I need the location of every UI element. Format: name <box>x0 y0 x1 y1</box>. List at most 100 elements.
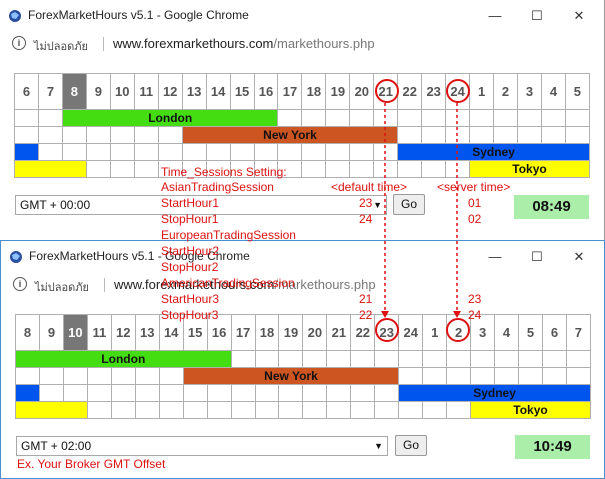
hour-cell-12: 12 <box>157 73 183 110</box>
divider <box>104 278 105 292</box>
hour-row: 8 9 10 11 12 13 14 15 16 17 18 19 20 21 22 23 24 1 2 3 4 5 6 7 <box>15 314 591 351</box>
hour-cell-5: 5 <box>564 73 590 110</box>
info-icon[interactable]: i <box>13 277 27 291</box>
hour-cell-20: 20 <box>302 314 328 351</box>
hour-cell-21: 21 <box>373 73 399 110</box>
url-text[interactable]: www.forexmarkethours.com/markethours.php <box>114 277 376 292</box>
window-title: ForexMarketHours v5.1 - Google Chrome <box>28 8 249 22</box>
tokyo-session-bar: Tokyo <box>470 401 591 419</box>
maximize-icon[interactable]: ☐ <box>522 245 552 269</box>
go-button[interactable]: Go <box>393 194 425 215</box>
gmt-offset-select[interactable]: GMT + 02:00 ▼ <box>16 436 388 456</box>
hour-row: 6 7 8 9 10 11 12 13 14 15 16 17 18 19 20 21 22 23 24 1 2 3 4 5 <box>14 73 590 110</box>
divider <box>103 37 104 51</box>
hour-cell-22: 22 <box>397 73 423 110</box>
tokyo-session-bar: Tokyo <box>469 160 590 178</box>
browser-window-2: ForexMarketHours v5.1 - Google Chrome — … <box>0 240 605 479</box>
hour-cell-19: 19 <box>325 73 351 110</box>
hour-cell-17: 17 <box>230 314 256 351</box>
hour-cell-8: 8 <box>61 73 87 110</box>
london-row: London <box>14 109 590 127</box>
tokyo-session-bar-start <box>15 401 88 419</box>
hour-cell-17: 17 <box>277 73 303 110</box>
hour-cell-9: 9 <box>85 73 111 110</box>
sydney-row: Sydney <box>14 143 590 161</box>
hour-cell-10: 10 <box>62 314 88 351</box>
hour-cell-13: 13 <box>134 314 160 351</box>
app-icon <box>10 251 22 263</box>
hour-cell-1: 1 <box>422 314 448 351</box>
current-time-display: 08:49 <box>514 195 589 219</box>
browser-window-1: ForexMarketHours v5.1 - Google Chrome — … <box>0 0 605 240</box>
hour-cell-18: 18 <box>301 73 327 110</box>
hour-cell-4: 4 <box>540 73 566 110</box>
hour-cell-14: 14 <box>205 73 231 110</box>
hour-cell-5: 5 <box>518 314 543 351</box>
hour-cell-22: 22 <box>350 314 376 351</box>
hour-cell-8: 8 <box>15 314 40 351</box>
app-icon <box>9 10 21 22</box>
gmt-offset-select[interactable]: GMT + 00:00 ▼ <box>15 195 387 215</box>
go-button[interactable]: Go <box>395 435 427 456</box>
hour-cell-1: 1 <box>469 73 495 110</box>
london-session-bar: London <box>15 350 232 368</box>
hour-cell-6: 6 <box>14 73 39 110</box>
newyork-session-bar: New York <box>181 126 399 144</box>
sydney-session-bar-start <box>14 143 39 161</box>
sydney-row: Sydney <box>15 384 591 402</box>
maximize-icon[interactable]: ☐ <box>522 4 552 28</box>
tokyo-row: Tokyo <box>14 160 590 178</box>
dropdown-arrow-icon: ▼ <box>373 200 382 210</box>
minimize-icon[interactable]: — <box>480 4 510 28</box>
hour-cell-11: 11 <box>86 314 112 351</box>
hour-cell-11: 11 <box>133 73 159 110</box>
hour-cell-12: 12 <box>110 314 136 351</box>
hour-cell-7: 7 <box>37 73 63 110</box>
title-bar: ForexMarketHours v5.1 - Google Chrome — … <box>1 241 604 273</box>
hour-cell-7: 7 <box>565 314 591 351</box>
tokyo-row: Tokyo <box>15 401 591 419</box>
hour-cell-14: 14 <box>158 314 184 351</box>
hour-cell-15: 15 <box>182 314 208 351</box>
close-icon[interactable]: ✕ <box>564 245 594 269</box>
hour-cell-9: 9 <box>38 314 64 351</box>
hour-cell-23: 23 <box>421 73 447 110</box>
hour-cell-4: 4 <box>494 314 520 351</box>
minimize-icon[interactable]: — <box>480 245 510 269</box>
close-icon[interactable]: ✕ <box>564 4 594 28</box>
hour-cell-15: 15 <box>229 73 255 110</box>
hour-cell-24: 24 <box>445 73 471 110</box>
current-time-display: 10:49 <box>515 435 590 459</box>
london-session-bar: London <box>61 109 279 127</box>
hour-cell-24: 24 <box>398 314 424 351</box>
address-bar[interactable]: i ไม่ปลอดภัย www.forexmarkethours.com/ma… <box>0 32 604 56</box>
url-text[interactable]: www.forexmarkethours.com/markethours.php <box>113 36 375 51</box>
hour-cell-3: 3 <box>517 73 542 110</box>
sydney-session-bar: Sydney <box>398 384 591 402</box>
address-bar[interactable]: i ไม่ปลอดภัย www.forexmarkethours.com/ma… <box>1 273 604 297</box>
hour-cell-2: 2 <box>446 314 472 351</box>
info-icon[interactable]: i <box>12 36 26 50</box>
dropdown-arrow-icon: ▼ <box>374 441 383 451</box>
newyork-row: New York <box>14 126 590 144</box>
not-secure-label[interactable]: ไม่ปลอดภัย <box>34 37 88 55</box>
hour-cell-21: 21 <box>326 314 352 351</box>
london-row: London <box>15 350 591 368</box>
market-hours-grid: 8 9 10 11 12 13 14 15 16 17 18 19 20 21 22 23 24 1 2 3 4 5 6 7 … <box>15 314 591 419</box>
market-hours-grid: 6 7 8 9 10 11 12 13 14 15 16 17 18 19 20 21 22 23 24 1 2 3 4 5 … <box>14 73 590 178</box>
hour-cell-2: 2 <box>493 73 519 110</box>
tokyo-session-bar-start <box>14 160 87 178</box>
window-title: ForexMarketHours v5.1 - Google Chrome <box>29 249 250 263</box>
not-secure-label[interactable]: ไม่ปลอดภัย <box>35 278 89 296</box>
hour-cell-13: 13 <box>181 73 207 110</box>
hour-cell-16: 16 <box>206 314 232 351</box>
sydney-session-bar: Sydney <box>397 143 590 161</box>
newyork-row: New York <box>15 367 591 385</box>
hour-cell-16: 16 <box>253 73 279 110</box>
hour-cell-3: 3 <box>470 314 496 351</box>
hour-cell-19: 19 <box>278 314 304 351</box>
hour-cell-18: 18 <box>254 314 280 351</box>
newyork-session-bar: New York <box>182 367 400 385</box>
hour-cell-20: 20 <box>349 73 375 110</box>
title-bar: ForexMarketHours v5.1 - Google Chrome — … <box>0 0 604 32</box>
